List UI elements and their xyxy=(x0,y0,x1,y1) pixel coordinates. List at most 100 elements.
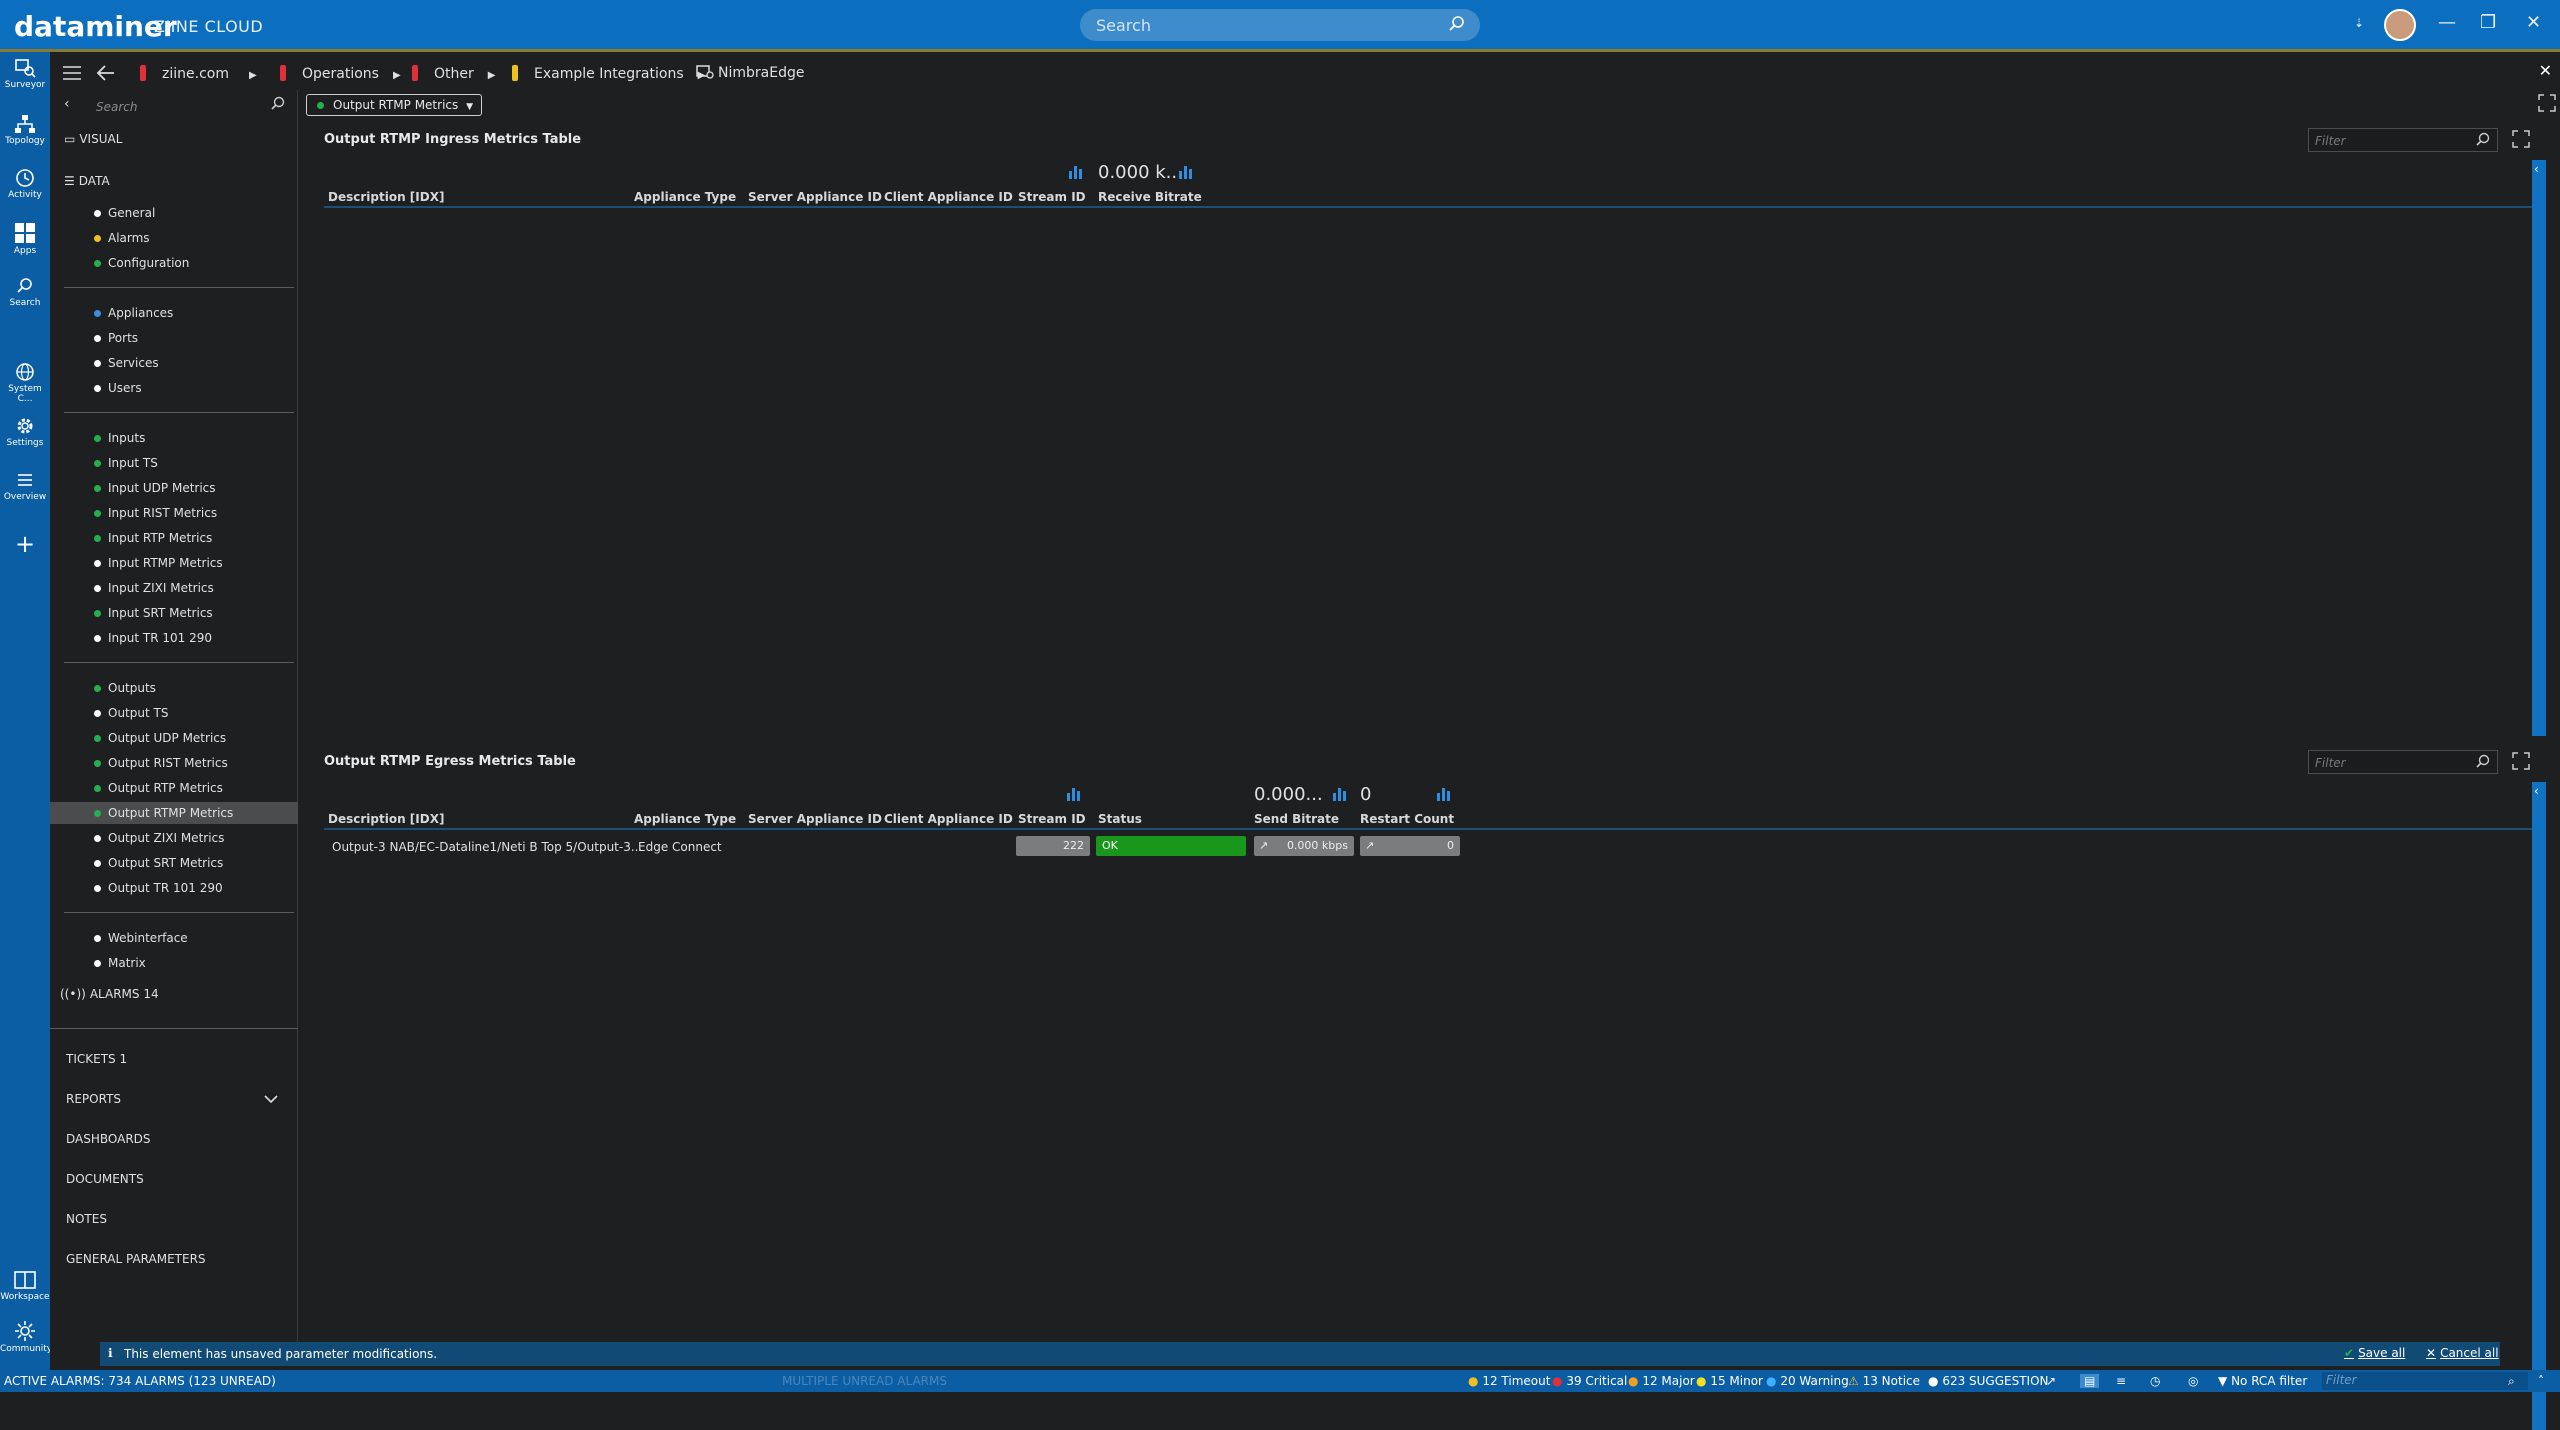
sidebar-item-output-rtmp-metrics[interactable]: Output RTMP Metrics xyxy=(50,802,298,824)
sidebar-item-input-rtmp-metrics[interactable]: Input RTMP Metrics xyxy=(50,552,298,574)
trend-line-icon[interactable]: ↗ xyxy=(1259,836,1268,856)
collapse-panel-icon[interactable]: ‹ xyxy=(2534,784,2539,798)
critical-count[interactable]: ● 39 Critical xyxy=(1552,1374,1627,1388)
clock-icon[interactable]: ◷ xyxy=(2150,1374,2160,1388)
sort-icon[interactable]: ≡ xyxy=(2116,1374,2126,1388)
ingress-filter-input[interactable]: Filter xyxy=(2308,128,2498,152)
sidebar-item-appliances[interactable]: Appliances xyxy=(50,302,298,324)
nav-community[interactable]: Community xyxy=(0,1320,52,1354)
ingress-scrollbar[interactable] xyxy=(2532,160,2546,736)
sidebar-item-output-rtp-metrics[interactable]: Output RTP Metrics xyxy=(50,777,298,799)
sidebar-data[interactable]: ☰ DATA xyxy=(64,174,110,188)
breadcrumb-item-other[interactable]: Other ▶ xyxy=(412,65,495,82)
sidebar-visual[interactable]: ▭ VISUAL xyxy=(64,132,122,146)
sidebar-item-input-rist-metrics[interactable]: Input RIST Metrics xyxy=(50,502,298,524)
trend-bar-icon[interactable] xyxy=(1068,164,1084,180)
sidebar-documents[interactable]: DOCUMENTS xyxy=(66,1172,144,1186)
egress-scrollbar[interactable] xyxy=(2532,782,2546,1430)
trend-bar-icon[interactable] xyxy=(1332,786,1348,802)
sidebar-item-input-rtp-metrics[interactable]: Input RTP Metrics xyxy=(50,527,298,549)
sidebar-item-matrix[interactable]: Matrix xyxy=(50,952,298,974)
column-header[interactable]: Status xyxy=(1098,812,1142,826)
nav-topology[interactable]: Topology xyxy=(0,114,50,146)
breadcrumb-item-example-integrations[interactable]: Example Integrations ▶ xyxy=(512,65,705,82)
collapse-panel-icon[interactable]: ‹ xyxy=(2534,162,2539,176)
column-header[interactable]: Stream ID xyxy=(1018,190,1086,204)
breadcrumb-item-operations[interactable]: Operations ▶ xyxy=(280,65,401,82)
warning-count[interactable]: ● 20 Warning xyxy=(1766,1374,1849,1388)
timeout-count[interactable]: ● 12 Timeout xyxy=(1468,1374,1550,1388)
avatar[interactable] xyxy=(2384,9,2416,41)
add-app-button[interactable]: + xyxy=(0,530,50,558)
sidebar-item-output-zixi-metrics[interactable]: Output ZIXI Metrics xyxy=(50,827,298,849)
global-search-input[interactable]: Search xyxy=(1080,9,1480,41)
restore-icon[interactable]: ❐ xyxy=(2480,12,2496,33)
breadcrumb-item-element[interactable]: NimbraEdge xyxy=(696,65,804,81)
nav-overview[interactable]: Overview xyxy=(0,470,50,502)
trend-bar-icon[interactable] xyxy=(1178,164,1194,180)
column-header[interactable]: Client Appliance ID xyxy=(884,190,1013,204)
active-alarms-text[interactable]: ACTIVE ALARMS: 734 ALARMS (123 UNREAD) xyxy=(4,1374,276,1388)
column-header[interactable]: Client Appliance ID xyxy=(884,812,1013,826)
egress-filter-input[interactable]: Filter xyxy=(2308,750,2498,774)
back-arrow-icon[interactable] xyxy=(96,64,116,82)
column-header[interactable]: Appliance Type xyxy=(634,190,736,204)
stream-id-field[interactable]: 222 xyxy=(1016,836,1090,856)
sidebar-tickets[interactable]: TICKETS 1 xyxy=(66,1052,127,1066)
expand-table-icon[interactable] xyxy=(2512,130,2530,148)
nav-system-center[interactable]: System C... xyxy=(0,362,50,404)
sidebar-dashboards[interactable]: DASHBOARDS xyxy=(66,1132,151,1146)
nav-search[interactable]: Search xyxy=(0,276,50,308)
sidebar-item-general[interactable]: General xyxy=(50,202,298,224)
sidebar-item-input-zixi-metrics[interactable]: Input ZIXI Metrics xyxy=(50,577,298,599)
rca-filter-button[interactable]: ▼ No RCA filter xyxy=(2218,1374,2307,1388)
column-header[interactable]: Stream ID xyxy=(1018,812,1086,826)
nav-workspace[interactable]: Workspace xyxy=(0,1270,50,1302)
sidebar-alarms[interactable]: ((•)) ALARMS 14 xyxy=(60,987,159,1001)
search-icon[interactable]: ⌕ xyxy=(2508,1374,2515,1389)
sidebar-reports[interactable]: REPORTS xyxy=(66,1092,121,1106)
sidebar-item-output-ts[interactable]: Output TS xyxy=(50,702,298,724)
sidebar-item-input-srt-metrics[interactable]: Input SRT Metrics xyxy=(50,602,298,624)
focus-icon[interactable]: ◎ xyxy=(2188,1374,2198,1388)
sidebar-item-input-tr-101-290[interactable]: Input TR 101 290 xyxy=(50,627,298,649)
menu-dropdown-icon[interactable]: ⇣ xyxy=(2354,16,2364,30)
sidebar-general-parameters[interactable]: GENERAL PARAMETERS xyxy=(66,1252,206,1266)
sidebar-item-input-ts[interactable]: Input TS xyxy=(50,452,298,474)
sidebar-item-webinterface[interactable]: Webinterface xyxy=(50,927,298,949)
nav-activity[interactable]: Activity xyxy=(0,168,50,200)
send-bitrate-field[interactable]: ↗ 0.000 kbps xyxy=(1254,836,1354,856)
alarm-filter-input[interactable]: Filter xyxy=(2322,1372,2528,1390)
sidebar-item-output-rist-metrics[interactable]: Output RIST Metrics xyxy=(50,752,298,774)
column-header[interactable]: Server Appliance ID xyxy=(748,190,882,204)
sidebar-notes[interactable]: NOTES xyxy=(66,1212,107,1226)
sidebar-item-output-tr-101-290[interactable]: Output TR 101 290 xyxy=(50,877,298,899)
sidebar-item-configuration[interactable]: Configuration xyxy=(50,252,298,274)
nav-apps[interactable]: Apps xyxy=(0,222,50,256)
column-header[interactable]: Restart Count xyxy=(1360,812,1454,826)
minor-count[interactable]: ● 15 Minor xyxy=(1696,1374,1763,1388)
fullscreen-icon[interactable] xyxy=(2538,94,2556,112)
major-count[interactable]: ● 12 Major xyxy=(1628,1374,1695,1388)
sidebar-item-outputs[interactable]: Outputs xyxy=(50,677,298,699)
minimize-icon[interactable]: — xyxy=(2438,12,2456,33)
save-all-button[interactable]: ✔ Save all xyxy=(2344,1346,2405,1360)
column-header[interactable]: Receive Bitrate xyxy=(1098,190,1202,204)
sidebar-search-input[interactable]: Search xyxy=(92,94,292,120)
trend-line-icon[interactable]: ↗ xyxy=(1365,836,1374,856)
column-header[interactable]: Server Appliance ID xyxy=(748,812,882,826)
trend-bar-icon[interactable] xyxy=(1066,786,1082,802)
close-card-icon[interactable]: ✕ xyxy=(2539,61,2552,80)
trend-bar-icon[interactable] xyxy=(1436,786,1452,802)
column-header[interactable]: Send Bitrate xyxy=(1254,812,1339,826)
expand-table-icon[interactable] xyxy=(2512,752,2530,770)
breadcrumb-item-domain[interactable]: ziine.com ▶ xyxy=(140,65,257,82)
sidebar-item-alarms[interactable]: Alarms xyxy=(50,227,298,249)
sidebar-item-output-srt-metrics[interactable]: Output SRT Metrics xyxy=(50,852,298,874)
sidebar-item-users[interactable]: Users xyxy=(50,377,298,399)
sidebar-item-inputs[interactable]: Inputs xyxy=(50,427,298,449)
restart-count-field[interactable]: ↗ 0 xyxy=(1360,836,1460,856)
sidebar-item-ports[interactable]: Ports xyxy=(50,327,298,349)
column-header[interactable]: Appliance Type xyxy=(634,812,736,826)
close-icon[interactable]: ✕ xyxy=(2526,12,2541,33)
